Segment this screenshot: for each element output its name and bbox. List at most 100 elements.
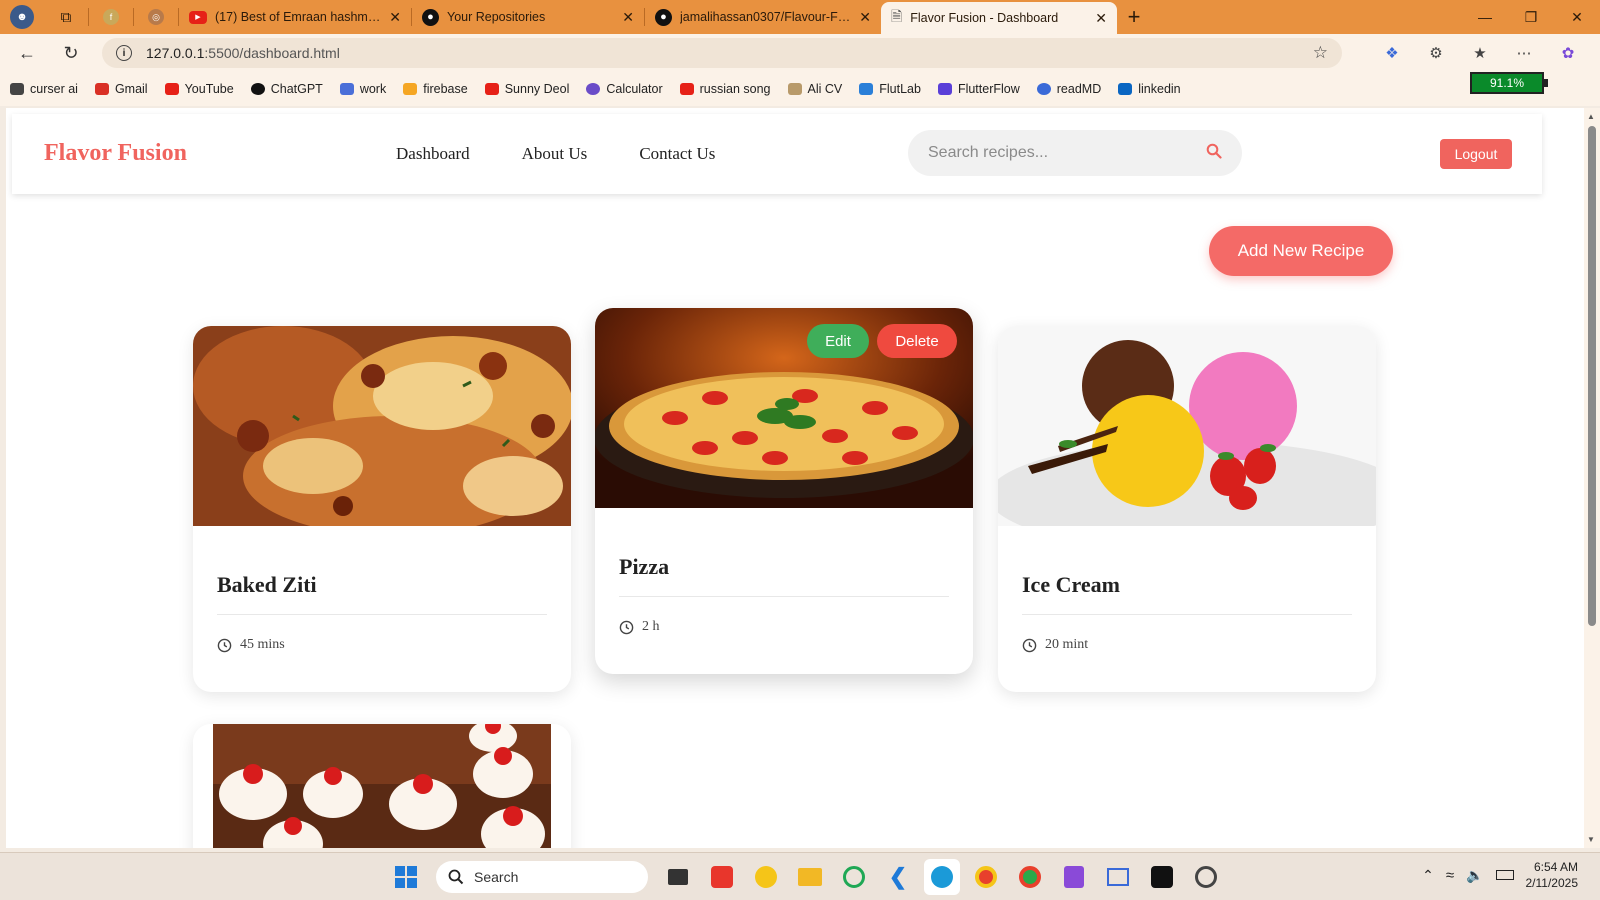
nav-contact-us[interactable]: Contact Us bbox=[639, 144, 715, 164]
clock-date: 2/11/2025 bbox=[1525, 876, 1579, 890]
browser-toolbar: ❖ ⚙ ★ ⋯ ✿ bbox=[1374, 38, 1586, 68]
scrollbar-thumb[interactable] bbox=[1588, 126, 1596, 626]
extensions-icon[interactable]: ⚙ bbox=[1418, 38, 1454, 68]
bookmark-item[interactable]: YouTube bbox=[164, 82, 234, 96]
taskbar-app[interactable] bbox=[660, 859, 696, 895]
page-scrollbar[interactable]: ▲ ▼ bbox=[1584, 108, 1600, 848]
bookmark-item[interactable]: FlutterFlow bbox=[937, 82, 1020, 96]
windows-taskbar: Search ❮ ⌃ ≈ 🔈 6:54 AM 2/11/2025 bbox=[0, 852, 1600, 900]
site-header: Flavor Fusion Dashboard About Us Contact… bbox=[12, 114, 1542, 194]
bookmark-item[interactable]: Gmail bbox=[94, 82, 148, 96]
window-controls: — ❐ ✕ bbox=[1462, 0, 1600, 34]
workspaces-icon: ⧉ bbox=[60, 8, 72, 26]
wifi-icon[interactable]: ≈ bbox=[1446, 867, 1454, 884]
taskbar-app[interactable]: ❮ bbox=[880, 859, 916, 895]
github-icon: ● bbox=[655, 8, 672, 26]
bookmark-item[interactable]: Calculator bbox=[586, 82, 663, 96]
url-field[interactable]: i 127.0.0.1 :5500/dashboard.html ☆ bbox=[102, 38, 1342, 68]
taskbar-app[interactable] bbox=[792, 859, 828, 895]
anydesk-icon bbox=[711, 866, 733, 888]
recipe-card[interactable] bbox=[193, 724, 571, 848]
clock-icon bbox=[217, 638, 232, 652]
pinned-tab-2[interactable]: ◎ bbox=[134, 0, 178, 34]
more-menu-icon[interactable]: ⋯ bbox=[1506, 38, 1542, 68]
profile-avatar[interactable]: ☻ bbox=[0, 0, 44, 34]
taskbar-app[interactable] bbox=[1188, 859, 1224, 895]
workspaces-button[interactable]: ⧉ bbox=[44, 0, 88, 34]
bookmark-item[interactable]: Sunny Deol bbox=[484, 82, 569, 96]
search-icon[interactable] bbox=[1206, 143, 1222, 164]
bookmark-item[interactable]: curser ai bbox=[10, 82, 78, 96]
close-icon[interactable]: ✕ bbox=[389, 9, 401, 26]
favorite-star-icon[interactable]: ☆ bbox=[1313, 43, 1328, 63]
bookmark-item[interactable]: linkedin bbox=[1118, 82, 1181, 96]
tab-repositories[interactable]: ● Your Repositories ✕ bbox=[412, 0, 644, 34]
bookmark-item[interactable]: Ali CV bbox=[787, 82, 842, 96]
firebase-icon bbox=[403, 83, 418, 95]
battery-indicator: 91.1% bbox=[1470, 72, 1548, 94]
battery-icon[interactable] bbox=[1495, 870, 1514, 880]
app-icon bbox=[755, 866, 777, 888]
clock[interactable]: 6:54 AM 2/11/2025 bbox=[1526, 859, 1579, 891]
scroll-up-icon[interactable]: ▲ bbox=[1587, 112, 1595, 121]
add-new-recipe-button[interactable]: Add New Recipe bbox=[1209, 226, 1393, 276]
clock-time: 6:54 AM bbox=[1533, 860, 1578, 874]
tab-title: Flavor Fusion - Dashboard bbox=[910, 11, 1059, 25]
close-window-button[interactable]: ✕ bbox=[1554, 0, 1600, 34]
taskbar-app[interactable] bbox=[1012, 859, 1048, 895]
taskbar-app[interactable] bbox=[968, 859, 1004, 895]
favorites-icon[interactable]: ★ bbox=[1462, 38, 1498, 68]
visual-studio-icon bbox=[1064, 866, 1084, 888]
taskbar-app[interactable] bbox=[836, 859, 872, 895]
bookmark-icon bbox=[10, 83, 24, 95]
bookmark-item[interactable]: ChatGPT bbox=[250, 82, 323, 96]
chevron-up-icon[interactable]: ⌃ bbox=[1422, 867, 1434, 884]
recipe-card[interactable]: Ice Cream 20 mint bbox=[998, 326, 1376, 692]
logout-button[interactable]: Logout bbox=[1440, 139, 1512, 169]
folder-icon bbox=[798, 868, 822, 886]
pinned-tab-1[interactable]: f bbox=[89, 0, 133, 34]
back-button[interactable]: ← bbox=[8, 34, 46, 72]
info-icon[interactable]: i bbox=[116, 45, 132, 61]
nav-dashboard[interactable]: Dashboard bbox=[396, 144, 470, 164]
search-icon bbox=[448, 869, 464, 885]
bookmark-item[interactable]: firebase bbox=[403, 82, 468, 96]
edit-button[interactable]: Edit bbox=[807, 324, 869, 358]
tab-dashboard[interactable]: 🗎 Flavor Fusion - Dashboard ✕ bbox=[881, 2, 1117, 34]
translate-icon[interactable]: ❖ bbox=[1374, 38, 1410, 68]
taskbar-app[interactable] bbox=[924, 859, 960, 895]
taskbar-search[interactable]: Search bbox=[436, 861, 648, 893]
new-tab-button[interactable]: + bbox=[1117, 0, 1151, 34]
tab-github-repo[interactable]: ● jamalihassan0307/Flavour-Fusion ✕ bbox=[645, 0, 881, 34]
nav-about-us[interactable]: About Us bbox=[522, 144, 588, 164]
bookmark-item[interactable]: russian song bbox=[679, 82, 771, 96]
youtube-icon bbox=[484, 83, 499, 95]
close-icon[interactable]: ✕ bbox=[622, 9, 634, 26]
recipe-card[interactable]: Edit Delete Pizza 2 h bbox=[595, 308, 973, 674]
close-icon[interactable]: ✕ bbox=[859, 9, 871, 26]
reload-button[interactable]: ↻ bbox=[52, 34, 90, 72]
tab-youtube[interactable]: ▶ (17) Best of Emraan hashmi ( slow ✕ bbox=[179, 0, 411, 34]
taskbar-app[interactable] bbox=[1144, 859, 1180, 895]
youtube-icon bbox=[164, 83, 179, 95]
bookmark-item[interactable]: work bbox=[339, 82, 386, 96]
search-input[interactable] bbox=[928, 144, 1188, 162]
minimize-button[interactable]: — bbox=[1462, 0, 1508, 34]
bookmark-item[interactable]: readMD bbox=[1036, 82, 1101, 96]
taskbar-app[interactable] bbox=[1056, 859, 1092, 895]
taskbar-app[interactable] bbox=[748, 859, 784, 895]
youtube-icon bbox=[679, 83, 694, 95]
delete-button[interactable]: Delete bbox=[877, 324, 957, 358]
start-button[interactable] bbox=[388, 859, 424, 895]
chart-app-icon bbox=[1107, 868, 1129, 886]
taskbar-app[interactable] bbox=[1100, 859, 1136, 895]
taskbar-app[interactable] bbox=[704, 859, 740, 895]
scroll-down-icon[interactable]: ▼ bbox=[1587, 835, 1595, 844]
close-icon[interactable]: ✕ bbox=[1095, 10, 1107, 27]
copilot-icon[interactable]: ✿ bbox=[1550, 38, 1586, 68]
restore-button[interactable]: ❐ bbox=[1508, 0, 1554, 34]
site-logo[interactable]: Flavor Fusion bbox=[44, 140, 187, 167]
recipe-card[interactable]: Baked Ziti 45 mins bbox=[193, 326, 571, 692]
bookmark-item[interactable]: FlutLab bbox=[859, 82, 921, 96]
volume-icon[interactable]: 🔈 bbox=[1466, 867, 1483, 884]
